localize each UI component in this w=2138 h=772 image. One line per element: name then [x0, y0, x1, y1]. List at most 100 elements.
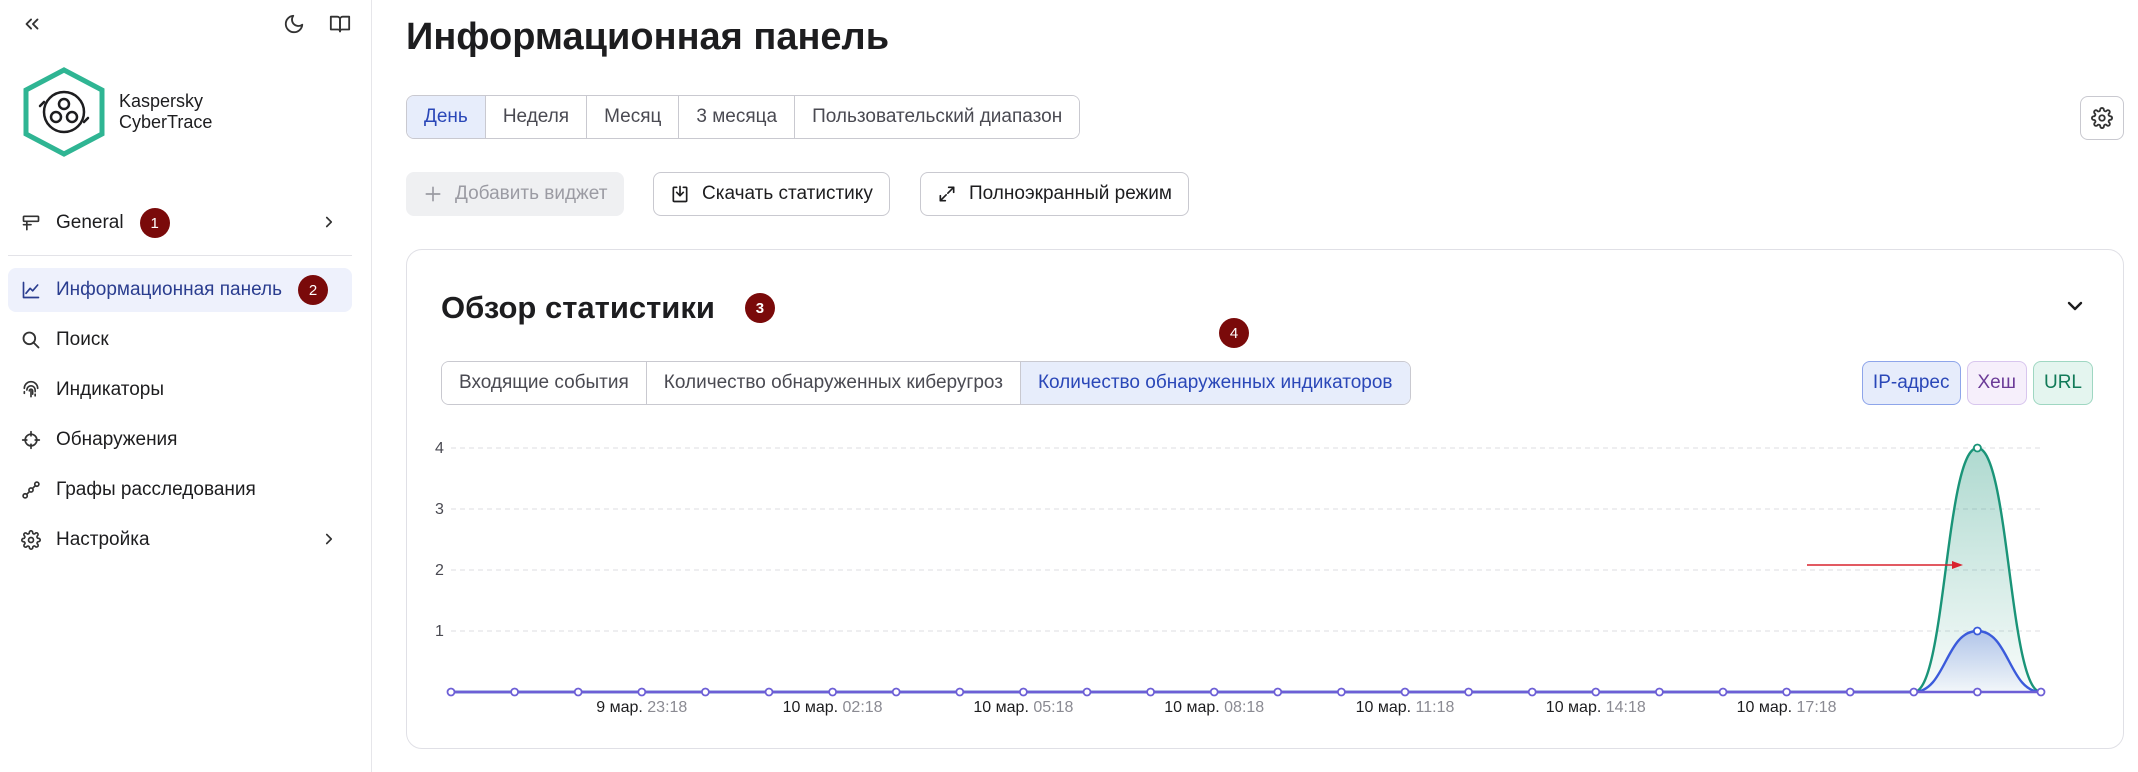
sidebar-item-label: Поиск: [56, 329, 109, 350]
x-tick-date: 10 мар.: [1737, 699, 1797, 716]
data-point-hash[interactable]: [955, 687, 965, 697]
period-3-months[interactable]: 3 месяца: [679, 96, 796, 138]
data-point-hash[interactable]: [573, 687, 583, 697]
data-point-hash[interactable]: [891, 687, 901, 697]
brand-name: Kaspersky CyberTrace: [119, 91, 212, 133]
indicators-area-chart: 1234 9 мар. 23:18 10 мар. 02:18 10 мар. 05…: [435, 440, 2046, 716]
gear-icon: [2091, 107, 2113, 129]
period-day[interactable]: День: [407, 96, 486, 138]
data-point-hash[interactable]: [1527, 687, 1537, 697]
data-point-hash[interactable]: [1019, 687, 1028, 697]
fullscreen-button[interactable]: Полноэкранный режим: [920, 172, 1189, 216]
data-point-hash[interactable]: [1464, 687, 1473, 697]
tab-detected-indicators[interactable]: Количество обнаруженных индикаторов: [1020, 362, 1410, 404]
step-badge: 2: [298, 275, 328, 305]
period-week[interactable]: Неделя: [485, 96, 588, 138]
x-tick-time: 23:18: [647, 699, 687, 716]
kaspersky-logo: [20, 66, 108, 158]
x-tick-date: 10 мар.: [1164, 699, 1224, 716]
x-tick-time: 14:18: [1606, 699, 1646, 716]
data-point-hash[interactable]: [1273, 687, 1283, 697]
period-month[interactable]: Месяц: [587, 96, 680, 138]
data-point-hash[interactable]: [1655, 687, 1664, 697]
chevron-down-icon[interactable]: [2063, 294, 2087, 323]
fingerprint-icon: [20, 379, 42, 401]
x-tick-date: 10 мар.: [1356, 699, 1416, 716]
fullscreen-label: Полноэкранный режим: [969, 183, 1172, 204]
data-point-hash[interactable]: [828, 687, 838, 697]
period-selector: День Неделя Месяц 3 месяца Пользовательс…: [406, 95, 1081, 139]
legend-ip-address[interactable]: IP-адрес: [1861, 361, 1961, 405]
y-tick-label: 3: [435, 501, 444, 518]
x-tick-label: 10 мар. 02:18: [783, 699, 883, 716]
add-widget-button[interactable]: Добавить виджет: [406, 172, 625, 216]
data-point-hash[interactable]: [1082, 687, 1092, 697]
book-icon[interactable]: [324, 8, 356, 40]
sidebar-item-search[interactable]: Поиск: [8, 318, 352, 362]
sidebar-item-label: Индикаторы: [56, 379, 165, 400]
data-point-hash[interactable]: [700, 687, 710, 697]
data-point-hash[interactable]: [1209, 687, 1219, 697]
data-point-hash[interactable]: [446, 687, 456, 697]
sidebar-item-label: General: [56, 212, 124, 233]
x-tick-label: 10 мар. 08:18: [1164, 699, 1264, 716]
x-tick-label: 10 мар. 11:18: [1356, 699, 1455, 716]
data-point-hash[interactable]: [1909, 687, 1919, 697]
sidebar-item-dashboard[interactable]: Информационная панель 2: [8, 268, 352, 312]
dashboard-settings-button[interactable]: [2080, 96, 2124, 140]
sidebar-item-settings[interactable]: Настройка: [8, 518, 352, 562]
x-tick-date: 10 мар.: [783, 699, 843, 716]
plus-icon: [423, 184, 443, 204]
page-title: Информационная панель: [406, 16, 890, 58]
double-chevron-left-icon[interactable]: [16, 8, 48, 40]
search-icon: [20, 329, 42, 351]
sidebar-item-general[interactable]: General 1: [8, 201, 352, 245]
sidebar-item-indicators[interactable]: Индикаторы: [8, 368, 352, 412]
chart-legend: IP-адрес Хеш URL: [1861, 361, 2093, 405]
data-point-hash[interactable]: [2036, 687, 2046, 697]
data-point-ip-address[interactable]: [1973, 626, 1982, 636]
x-tick-label: 10 мар. 14:18: [1546, 699, 1646, 716]
x-tick-date: 10 мар.: [1546, 699, 1606, 716]
x-tick-time: 11:18: [1416, 699, 1455, 716]
x-tick-label: 9 мар. 23:18: [596, 699, 687, 716]
metric-selector: Входящие события Количество обнаруженных…: [441, 361, 1411, 405]
sidebar-item-label: Информационная панель: [56, 279, 282, 300]
download-stats-label: Скачать статистику: [702, 183, 873, 204]
chevron-right-icon: [320, 213, 338, 237]
x-tick-label: 10 мар. 17:18: [1737, 699, 1837, 716]
legend-hash[interactable]: Хеш: [1966, 361, 2027, 405]
series-line-ip-address: [451, 629, 2042, 694]
data-point-hash[interactable]: [1591, 687, 1601, 697]
sidebar-item-investigation-graphs[interactable]: Графы расследования: [8, 468, 352, 512]
data-point-hash[interactable]: [1845, 687, 1855, 697]
sidebar-item-label: Обнаружения: [56, 429, 178, 450]
period-custom-range[interactable]: Пользовательский диапазон: [795, 96, 1080, 138]
data-point-hash[interactable]: [1146, 687, 1155, 697]
step-badge: 3: [744, 293, 775, 323]
x-tick-label: 10 мар. 05:18: [973, 699, 1073, 716]
data-point-hash[interactable]: [1782, 687, 1791, 697]
crosshair-icon: [20, 429, 42, 451]
step-badge: 4: [1219, 318, 1249, 348]
data-point-url[interactable]: [1973, 443, 1982, 453]
graph-icon: [20, 479, 42, 501]
download-stats-button[interactable]: Скачать статистику: [653, 172, 890, 216]
download-icon: [670, 184, 690, 204]
data-point-hash[interactable]: [510, 687, 519, 697]
data-point-hash[interactable]: [1718, 687, 1728, 697]
data-point-hash[interactable]: [1973, 687, 1982, 697]
sidebar-item-label: Настройка: [56, 529, 150, 550]
data-point-hash[interactable]: [1400, 687, 1410, 697]
tab-detected-threats[interactable]: Количество обнаруженных киберугроз: [646, 362, 1021, 404]
moon-icon[interactable]: [278, 8, 310, 40]
data-point-hash[interactable]: [637, 687, 647, 697]
legend-url[interactable]: URL: [2032, 361, 2093, 405]
data-point-hash[interactable]: [1337, 687, 1346, 697]
data-point-hash[interactable]: [764, 687, 774, 697]
tab-incoming-events[interactable]: Входящие события: [442, 362, 647, 404]
brand-line-2: CyberTrace: [119, 112, 213, 132]
sidebar-item-label: Графы расследования: [56, 479, 256, 500]
series-area-ip-address: [451, 631, 2041, 692]
sidebar-item-detections[interactable]: Обнаружения: [8, 418, 352, 462]
